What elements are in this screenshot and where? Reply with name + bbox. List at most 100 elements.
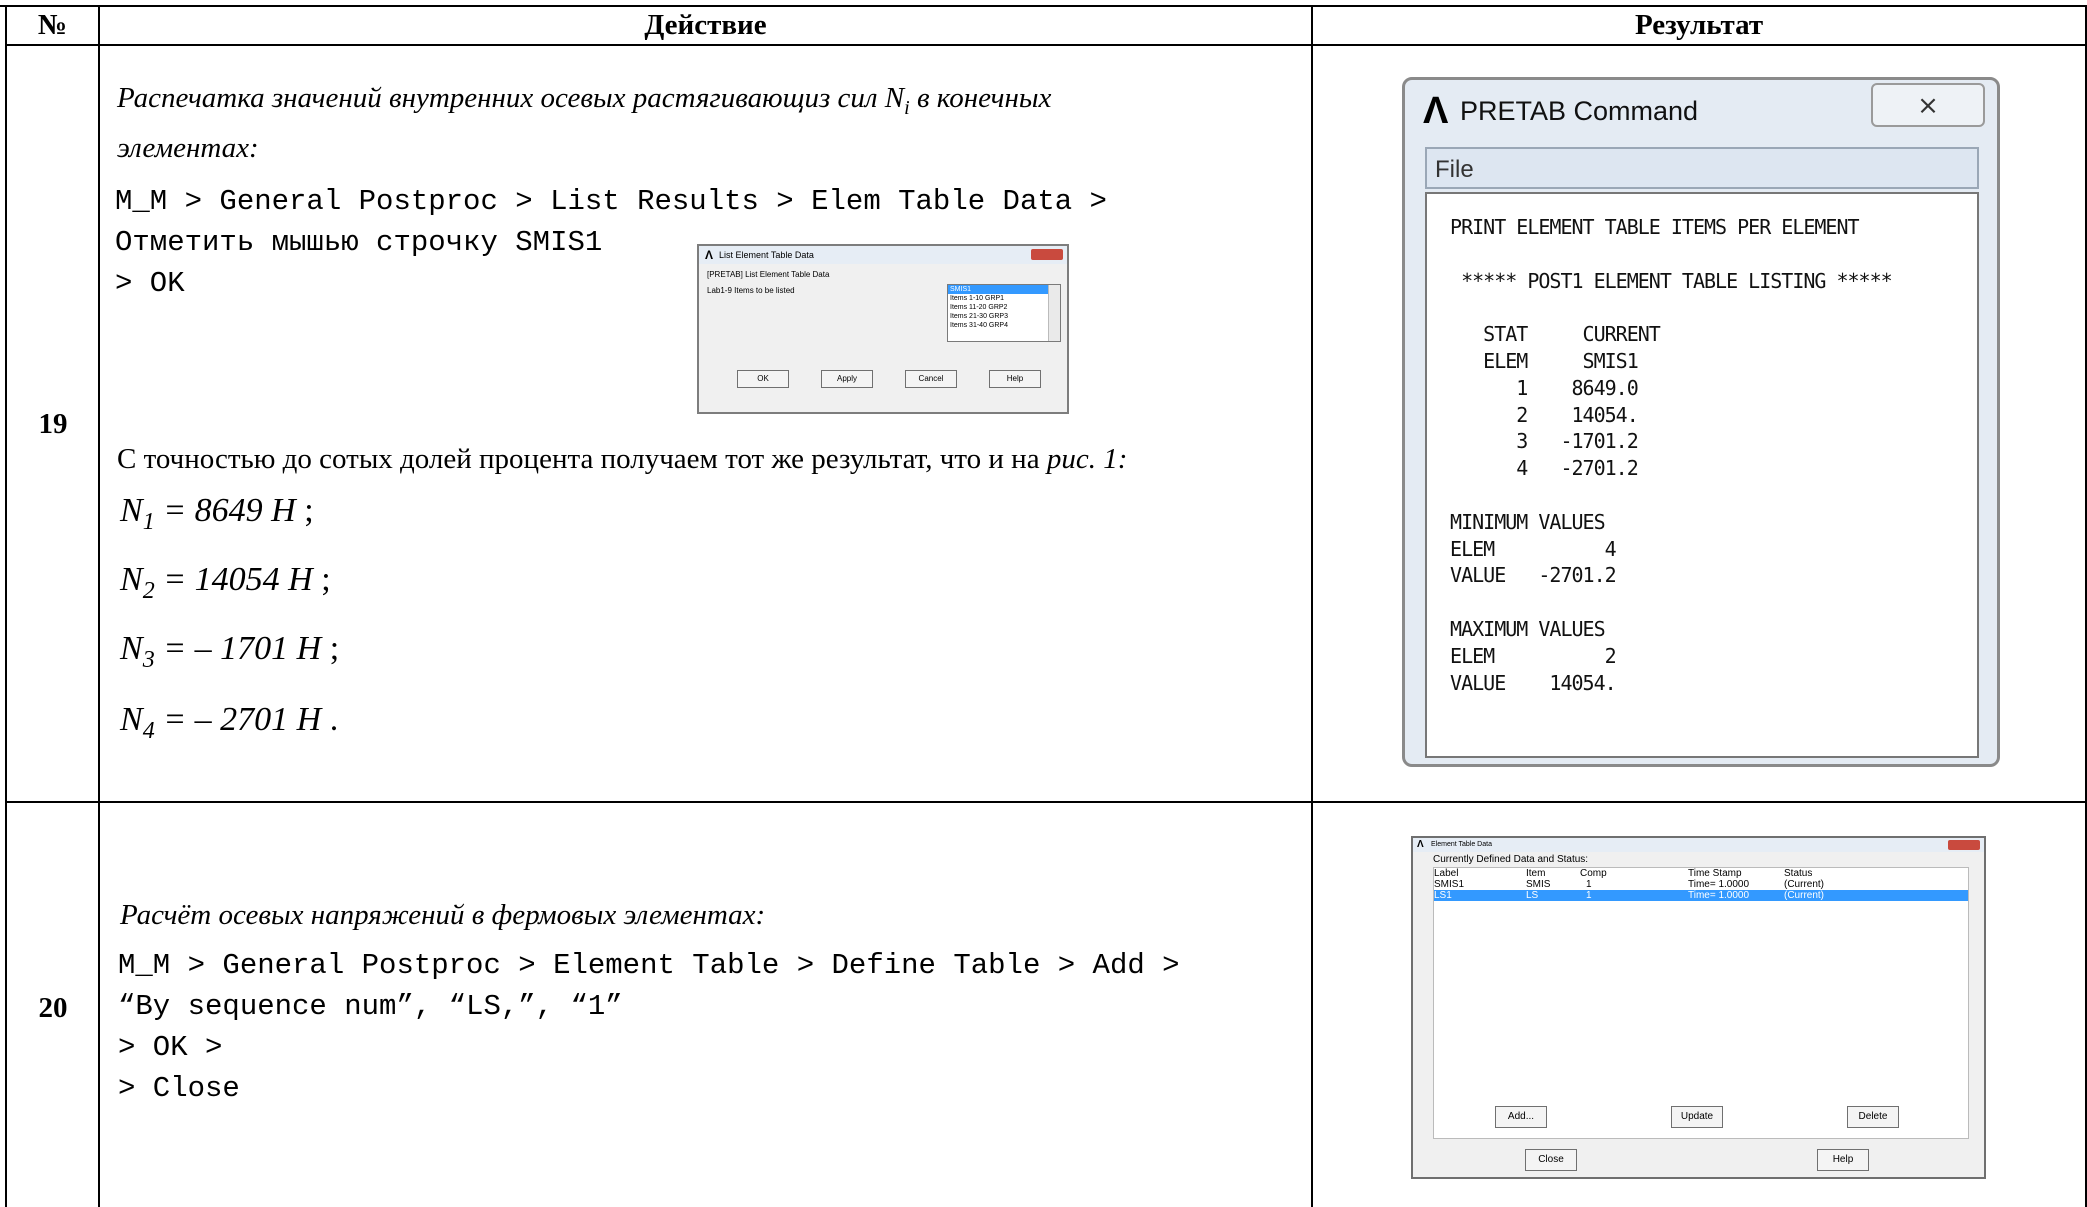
header-action: Действие — [644, 9, 767, 41]
output-pane[interactable]: PRINT ELEMENT TABLE ITEMS PER ELEMENT **… — [1425, 192, 1979, 758]
cell: 1 — [1586, 890, 1592, 901]
cell: 1 — [1586, 879, 1592, 890]
dialog-label-line: [PRETAB] List Element Table Data — [707, 270, 830, 279]
window-title: PRETAB Command — [1460, 96, 1699, 126]
formula-end: . — [321, 701, 339, 738]
pretab-command-window: Λ PRETAB Command ⨯ File PRINT ELEMENT TA… — [1402, 77, 2000, 767]
cell: LS — [1526, 890, 1539, 901]
dialog-titlebar: Λ List Element Table Data — [699, 246, 1067, 264]
row20-heading: Расчёт осевых напряжений в фермовых элем… — [120, 899, 766, 931]
formula-end: ; — [295, 492, 314, 529]
ok-button[interactable]: OK — [737, 370, 789, 388]
formula-index: 2 — [142, 577, 155, 604]
cell: Time= 1.0000 — [1688, 890, 1750, 901]
row-divider — [5, 801, 2087, 803]
close-button[interactable]: Close — [1525, 1149, 1577, 1171]
formula-end: ; — [321, 630, 340, 667]
list-element-table-dialog: Λ List Element Table Data [PRETAB] List … — [697, 244, 1069, 414]
row19-heading-line2: элементах: — [117, 131, 259, 164]
document-page: № Действие Результат 19 Распечатка значе… — [0, 0, 2087, 1207]
column-header: Comp — [1580, 868, 1607, 879]
close-icon[interactable] — [1948, 840, 1980, 850]
cell: (Current) — [1784, 890, 1825, 901]
delete-button[interactable]: Delete — [1847, 1106, 1899, 1128]
row19-note: С точностью до сотых долей процента полу… — [117, 443, 1127, 476]
row19-heading-text: Распечатка значений внутренних осевых ра… — [117, 82, 905, 114]
table-border-left — [5, 5, 7, 1207]
cell: (Current) — [1784, 879, 1825, 890]
row19-note-text: С точностью до сотых долей процента полу… — [117, 443, 1047, 475]
dialog-titlebar: Λ Element Table Data — [1413, 838, 1984, 852]
column-header: Item — [1526, 868, 1546, 879]
col-divider-2 — [1311, 5, 1313, 1207]
formula-value: = – 2701 Н — [154, 701, 322, 738]
list-item[interactable]: Items 11-20 GRP2 — [948, 303, 1060, 312]
formula-value: = 14054 Н — [154, 561, 313, 598]
header-num: № — [37, 9, 68, 41]
row19-heading-text-end: в конечных — [909, 82, 1052, 114]
ansys-logo-icon: Λ — [1417, 839, 1424, 850]
formula-symbol: N — [120, 630, 143, 667]
dialog-title: List Element Table Data — [719, 250, 814, 260]
formula-symbol: N — [120, 492, 143, 529]
ansys-logo-icon: Λ — [1423, 90, 1449, 132]
list-item[interactable]: Items 1-10 GRP1 — [948, 294, 1060, 303]
cell: SMIS1 — [1434, 879, 1465, 890]
row19-note-ref: рис. 1: — [1046, 443, 1128, 475]
add-button[interactable]: Add... — [1495, 1106, 1547, 1128]
row19-path-line3: > OK — [115, 267, 185, 300]
row20-path-line3: > OK > — [118, 1031, 223, 1064]
apply-button[interactable]: Apply — [821, 370, 873, 388]
element-table-data-dialog: Λ Element Table Data Currently Defined D… — [1411, 836, 1986, 1179]
formula-value: = – 1701 Н — [154, 630, 322, 667]
formula-n2: N2 = 14054 Н ; — [120, 561, 331, 605]
formula-symbol: N — [120, 561, 143, 598]
close-icon[interactable] — [1031, 249, 1063, 260]
status-caption: Currently Defined Data and Status: — [1433, 854, 1589, 865]
formula-index: 3 — [142, 646, 155, 673]
formula-n4: N4 = – 2701 Н . — [120, 701, 338, 745]
table-row[interactable]: SMIS1 SMIS 1 Time= 1.0000 (Current) — [1434, 879, 1968, 890]
update-button[interactable]: Update — [1671, 1106, 1723, 1128]
close-button[interactable]: ⨯ — [1871, 83, 1985, 127]
formula-n1: N1 = 8649 Н ; — [120, 492, 314, 536]
formula-n3: N3 = – 1701 Н ; — [120, 630, 339, 674]
dialog-title: Element Table Data — [1431, 841, 1492, 848]
column-header: Label — [1434, 868, 1459, 879]
scrollbar[interactable] — [1048, 285, 1060, 341]
formula-value: = 8649 Н — [154, 492, 296, 529]
formula-end: ; — [312, 561, 331, 598]
row19-path-line2: Отметить мышью строчку SMIS1 — [115, 226, 603, 259]
help-button[interactable]: Help — [1817, 1149, 1869, 1171]
cell: Time= 1.0000 — [1688, 879, 1750, 890]
formula-index: 1 — [142, 508, 155, 535]
ansys-logo-icon: Λ — [705, 248, 714, 262]
cell: LS1 — [1434, 890, 1452, 901]
table-row-selected[interactable]: LS1 LS 1 Time= 1.0000 (Current) — [1434, 890, 1968, 901]
col-divider-1 — [98, 5, 100, 1207]
element-table-list[interactable]: Label Item Comp Time Stamp Status SMIS1 … — [1433, 867, 1969, 1139]
column-header: Time Stamp — [1688, 868, 1742, 879]
formula-index: 4 — [142, 717, 155, 744]
row20-path-line2: “By sequence num”, “LS,”, “1” — [118, 990, 623, 1023]
row-number-19: 19 — [38, 408, 68, 440]
cancel-button[interactable]: Cancel — [905, 370, 957, 388]
list-item[interactable]: SMIS1 — [948, 285, 1060, 294]
row19-path-line1: M_M > General Postproc > List Results > … — [115, 185, 1107, 218]
list-item[interactable]: Items 21-30 GRP3 — [948, 312, 1060, 321]
header-result: Результат — [1634, 9, 1764, 41]
help-button[interactable]: Help — [989, 370, 1041, 388]
formula-symbol: N — [120, 701, 143, 738]
output-listing: PRINT ELEMENT TABLE ITEMS PER ELEMENT **… — [1450, 215, 1893, 695]
header-divider — [5, 44, 2087, 46]
list-item[interactable]: Items 31-40 GRP4 — [948, 321, 1060, 330]
menu-file[interactable]: File — [1425, 147, 1979, 189]
row20-path-line1: M_M > General Postproc > Element Table >… — [118, 949, 1180, 982]
items-listbox[interactable]: SMIS1 Items 1-10 GRP1 Items 11-20 GRP2 I… — [947, 284, 1061, 342]
row20-path-line4: > Close — [118, 1072, 240, 1105]
table-header-row: Label Item Comp Time Stamp Status — [1434, 868, 1968, 879]
dialog-field-label: Lab1-9 Items to be listed — [707, 286, 795, 295]
row19-heading: Распечатка значений внутренних осевых ра… — [117, 78, 1277, 168]
column-header: Status — [1784, 868, 1813, 879]
cell: SMIS — [1526, 879, 1551, 890]
